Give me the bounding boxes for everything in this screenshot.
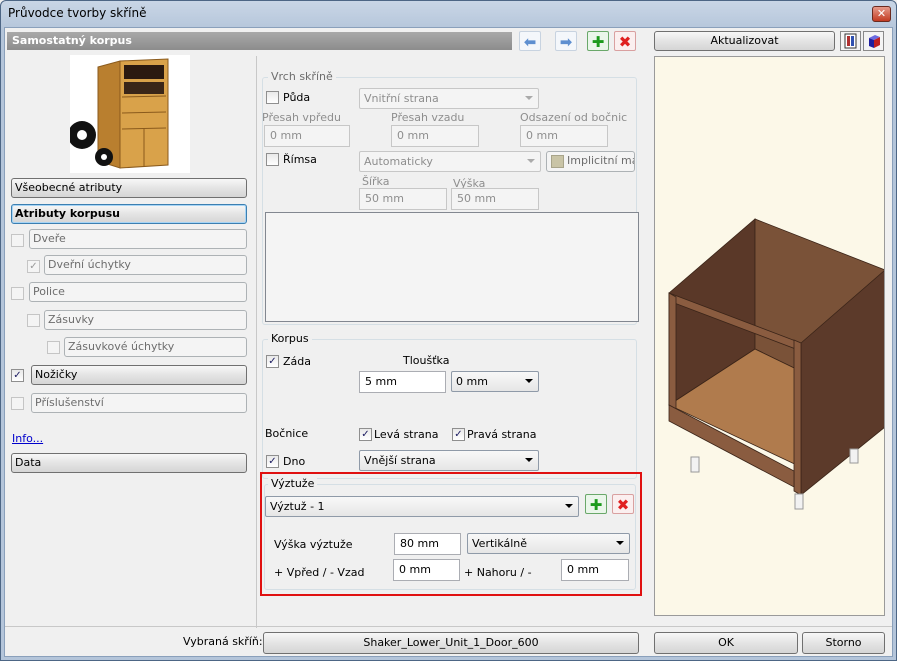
cabinet-thumbnail xyxy=(68,55,190,173)
stiffener-orientation-value: Vertikálně xyxy=(472,537,528,550)
cornice-height-field[interactable]: 50 mm xyxy=(451,188,539,210)
window-title: Průvodce tvorby skříně xyxy=(8,6,147,20)
3d-view-icon[interactable] xyxy=(863,31,884,51)
bottom-panel-combo-value: Vnější strana xyxy=(364,454,436,467)
bottom-shelf-combo-value: Vnitřní strana xyxy=(364,92,439,105)
right-side-label: Pravá strana xyxy=(467,428,537,441)
sidebar-drawers-button[interactable]: Zásuvky xyxy=(44,310,247,330)
stiffener-height-label: Výška výztuže xyxy=(274,538,353,551)
back-overhang-field[interactable]: 0 mm xyxy=(391,125,479,147)
sidebar-general-button[interactable]: Všeobecné atributy xyxy=(11,178,247,198)
cornice-checkbox[interactable] xyxy=(266,153,279,166)
accessories-checkbox[interactable] xyxy=(11,397,24,410)
sidebar-carcass-button[interactable]: Atributy korpusu xyxy=(11,204,247,224)
back-arrow-icon[interactable]: ⬅ xyxy=(519,31,541,51)
bottom-shelf-label: Půda xyxy=(283,91,311,104)
drawers-checkbox[interactable] xyxy=(27,314,40,327)
chevron-down-icon xyxy=(565,504,573,508)
stiffener-height-field[interactable]: 80 mm xyxy=(394,533,461,555)
sides-label: Bočnice xyxy=(265,427,309,440)
back-panel-checkbox[interactable]: ✓ xyxy=(266,355,279,368)
front-back-label: + Vpřed / - Vzad xyxy=(274,566,365,579)
material-button-label: Implicitní mate xyxy=(567,154,634,167)
delete-stiffener-icon[interactable]: ✖ xyxy=(612,494,634,514)
sidebar-door-handles-button[interactable]: Dveřní úchytky xyxy=(44,255,247,275)
cabinet-thumbnail-icon xyxy=(68,58,169,169)
sidebar-data-button[interactable]: Data xyxy=(11,453,247,473)
elevation-view-icon[interactable] xyxy=(840,31,861,51)
chevron-down-icon xyxy=(525,96,533,100)
sidebar-shelves-button[interactable]: Police xyxy=(29,282,247,302)
stiffener-select[interactable]: Výztuž - 1 xyxy=(265,496,579,517)
cornice-width-label: Šířka xyxy=(362,175,390,188)
sidebar-accessories-button[interactable]: Příslušenství xyxy=(31,393,247,413)
selected-cabinet-label: Vybraná skříň: xyxy=(183,635,263,648)
back-overhang-label: Přesah vzadu xyxy=(391,111,465,124)
3d-view-svg xyxy=(869,35,880,48)
selected-cabinet-button[interactable]: Shaker_Lower_Unit_1_Door_600 xyxy=(263,632,639,654)
drawer-handles-checkbox[interactable] xyxy=(47,341,60,354)
page-header: Samostatný korpus xyxy=(7,32,512,50)
material-swatch-icon xyxy=(551,155,564,168)
left-side-checkbox[interactable]: ✓ xyxy=(359,428,372,441)
thickness-offset-combo-value: 0 mm xyxy=(456,375,488,388)
legs-checkbox[interactable]: ✓ xyxy=(11,369,24,382)
chevron-down-icon xyxy=(616,541,624,545)
top-preview-box xyxy=(265,212,639,322)
left-side-label: Levá strana xyxy=(374,428,439,441)
thickness-label: Tloušťka xyxy=(403,354,450,367)
bottom-panel-label: Dno xyxy=(283,455,306,468)
right-side-checkbox[interactable]: ✓ xyxy=(452,428,465,441)
footer-divider xyxy=(5,626,892,627)
doors-checkbox[interactable] xyxy=(11,234,24,247)
thickness-offset-combo[interactable]: 0 mm xyxy=(451,371,539,392)
side-offset-label: Odsazení od bočnic xyxy=(520,111,628,124)
cabinet-3d-model-icon xyxy=(668,218,886,510)
stiffener-orientation-combo[interactable]: Vertikálně xyxy=(467,533,630,554)
bottom-panel-combo[interactable]: Vnější strana xyxy=(359,450,539,471)
elevation-view-svg xyxy=(844,33,857,49)
add-icon[interactable]: ✚ xyxy=(587,31,609,51)
thickness-field[interactable]: 5 mm xyxy=(359,371,446,393)
cornice-combo-value: Automaticky xyxy=(364,155,433,168)
chevron-down-icon xyxy=(527,159,535,163)
top-group-title: Vrch skříně xyxy=(268,70,336,83)
cornice-label: Římsa xyxy=(283,153,317,166)
stiffeners-group-title: Výztuže xyxy=(268,477,318,490)
add-stiffener-icon[interactable]: ✚ xyxy=(585,494,607,514)
carcass-group-title: Korpus xyxy=(268,332,312,345)
chevron-down-icon xyxy=(525,379,533,383)
cancel-button[interactable]: Storno xyxy=(802,632,885,654)
back-panel-label: Záda xyxy=(283,355,311,368)
door-handles-checkbox[interactable]: ✓ xyxy=(27,260,40,273)
cornice-width-field[interactable]: 50 mm xyxy=(359,188,447,210)
bottom-shelf-combo[interactable]: Vnitřní strana xyxy=(359,88,539,109)
title-bar[interactable]: Průvodce tvorby skříně ✕ xyxy=(0,0,897,28)
close-window-button[interactable]: ✕ xyxy=(872,6,891,22)
delete-icon[interactable]: ✖ xyxy=(614,31,636,51)
side-offset-field[interactable]: 0 mm xyxy=(520,125,608,147)
shelves-checkbox[interactable] xyxy=(11,287,24,300)
bottom-panel-checkbox[interactable]: ✓ xyxy=(266,455,279,468)
ok-button[interactable]: OK xyxy=(654,632,798,654)
front-overhang-label: Přesah vpředu xyxy=(262,111,341,124)
front-overhang-field[interactable]: 0 mm xyxy=(264,125,350,147)
cornice-combo[interactable]: Automaticky xyxy=(359,151,541,172)
up-down-label: + Nahoru / - xyxy=(464,566,532,579)
front-back-field[interactable]: 0 mm xyxy=(393,559,460,581)
stiffener-select-value: Výztuž - 1 xyxy=(270,500,325,513)
update-button[interactable]: Aktualizovat xyxy=(654,31,835,51)
sidebar-drawer-handles-button[interactable]: Zásuvkové úchytky xyxy=(64,337,247,357)
chevron-down-icon xyxy=(525,458,533,462)
3d-preview-canvas[interactable] xyxy=(654,56,886,616)
panel-divider xyxy=(256,56,257,628)
sidebar-doors-button[interactable]: Dveře xyxy=(29,229,247,249)
material-button[interactable]: Implicitní mate xyxy=(546,151,635,172)
sidebar-legs-button[interactable]: Nožičky xyxy=(31,365,247,385)
bottom-shelf-checkbox[interactable] xyxy=(266,91,279,104)
forward-arrow-icon[interactable]: ➡ xyxy=(555,31,577,51)
info-link[interactable]: Info... xyxy=(12,432,43,445)
up-down-field[interactable]: 0 mm xyxy=(561,559,629,581)
